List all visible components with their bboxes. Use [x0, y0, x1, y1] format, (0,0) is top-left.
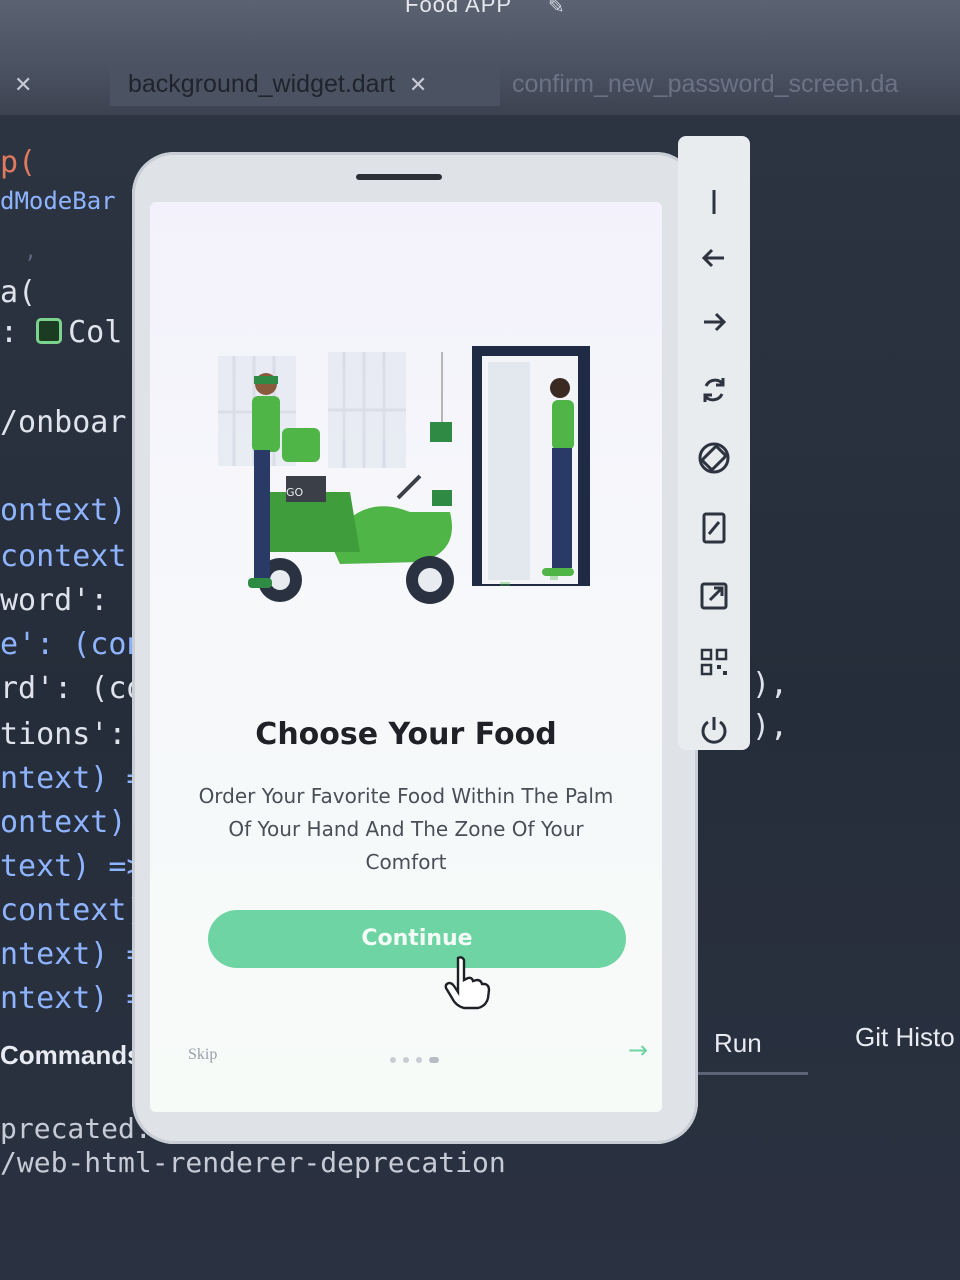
power-icon[interactable] — [696, 712, 732, 748]
code-line: , — [24, 239, 38, 264]
tab-background-widget[interactable]: background_widget.dart ✕ — [110, 62, 500, 106]
emulator-toolbar — [678, 136, 750, 750]
code-line: p( — [0, 145, 37, 180]
delivery-illustration: GO — [218, 346, 590, 604]
skip-button[interactable]: Skip — [188, 1046, 217, 1064]
page-dot — [390, 1057, 396, 1063]
git-history-panel-tab[interactable]: Git Histo — [855, 1022, 955, 1053]
open-external-icon[interactable] — [696, 578, 732, 614]
code-line: ntext) = — [0, 937, 145, 972]
code-line: context — [0, 539, 127, 574]
page-dot — [416, 1057, 422, 1063]
page-dot-active — [429, 1057, 439, 1063]
illustration-sign: GO — [286, 486, 304, 499]
forward-arrow-icon[interactable] — [696, 304, 732, 340]
code-line: a( — [0, 275, 37, 310]
code-line: text) => — [0, 849, 145, 884]
edit-device-icon[interactable] — [696, 510, 732, 546]
device-frame: GO Choose Your Food Order Your Favorite … — [132, 152, 698, 1144]
close-icon[interactable]: ✕ — [14, 72, 32, 97]
qr-code-icon[interactable] — [696, 644, 732, 680]
tab-previous[interactable]: ✕ — [0, 62, 32, 106]
console-link[interactable]: /web-html-renderer-deprecation — [0, 1146, 506, 1179]
code-line: ontext) — [0, 493, 127, 528]
food-bag-icon — [282, 428, 320, 462]
code-line: word': ( — [0, 583, 145, 618]
continue-button[interactable]: Continue — [208, 910, 626, 968]
back-arrow-icon[interactable] — [696, 240, 732, 276]
code-line: : — [0, 315, 19, 350]
edit-pencil-icon[interactable]: ✎ — [548, 0, 565, 18]
next-arrow-icon[interactable]: → — [628, 1036, 648, 1064]
color-swatch-icon — [36, 318, 63, 344]
page-dot — [403, 1057, 409, 1063]
window-title: Food APP — [405, 0, 513, 17]
editor-tabbar: ✕ background_widget.dart ✕ confirm_new_pa… — [0, 58, 960, 112]
device-notch — [356, 174, 442, 180]
ide-titlebar: Food APP ✎ ✕ background_widget.dart ✕ con… — [0, 0, 960, 115]
code-line: /onboar — [0, 405, 127, 440]
rotate-icon[interactable] — [696, 440, 732, 476]
active-panel-indicator — [690, 1072, 808, 1075]
page-indicator — [390, 1048, 480, 1063]
code-line: Col — [68, 315, 123, 350]
code-line: tions': — [0, 717, 127, 752]
onboarding-title: Choose Your Food — [255, 717, 557, 752]
refresh-icon[interactable] — [696, 372, 732, 408]
commands-panel-tab[interactable]: Commands — [0, 1040, 142, 1071]
run-panel-tab[interactable]: Run — [714, 1028, 762, 1059]
code-line: ), — [752, 667, 789, 702]
code-line: dModeBar — [0, 187, 116, 215]
plant-icon — [430, 352, 452, 506]
door-icon — [472, 346, 590, 586]
code-line: ), — [752, 709, 789, 744]
tab-label: background_widget.dart — [128, 70, 395, 98]
minimize-icon[interactable] — [696, 184, 732, 220]
onboarding-description: Order Your Favorite Food Within The Palm… — [198, 784, 614, 874]
onboarding-screen: GO Choose Your Food Order Your Favorite … — [150, 202, 662, 1112]
code-line: ntext) = — [0, 981, 145, 1016]
code-line: ntext) = — [0, 761, 145, 796]
hand-cursor-icon — [444, 956, 491, 1010]
code-line: e': (con — [0, 627, 145, 662]
close-icon[interactable]: ✕ — [409, 72, 427, 97]
code-line: rd': (co — [0, 671, 145, 706]
tab-confirm-new-password[interactable]: confirm_new_password_screen.da — [512, 62, 898, 106]
code-line: context) — [0, 893, 145, 928]
tab-label: confirm_new_password_screen.da — [512, 70, 899, 98]
